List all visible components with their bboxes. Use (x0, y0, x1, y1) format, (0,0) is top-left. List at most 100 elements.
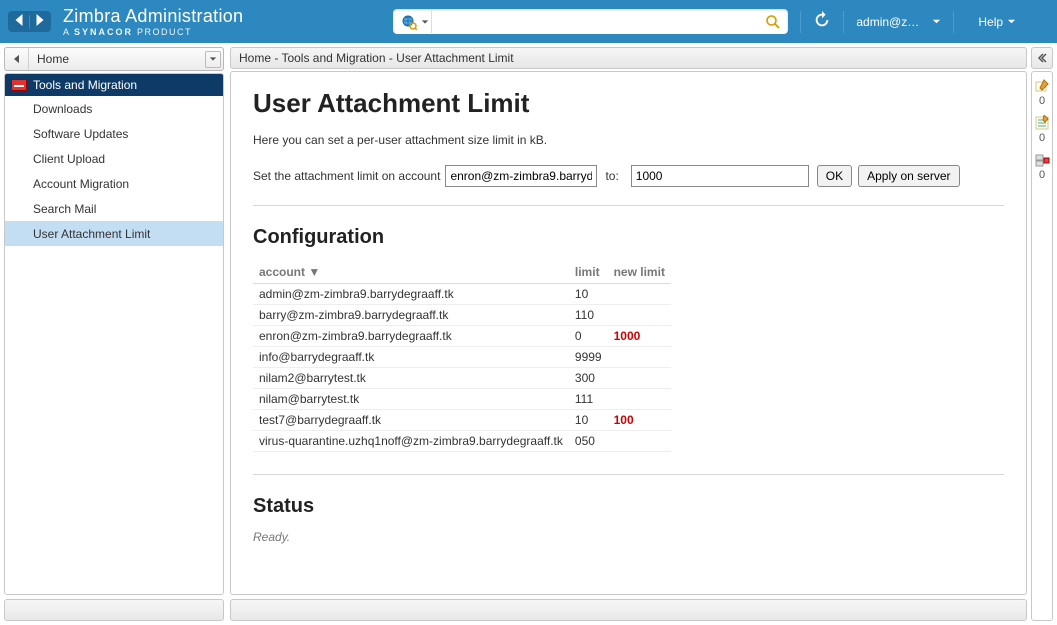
cell-account: nilam@barrytest.tk (253, 389, 569, 410)
sidebar-item[interactable]: Search Mail (5, 196, 223, 221)
forward-icon[interactable] (34, 14, 45, 29)
cell-account: test7@barrydegraaff.tk (253, 410, 569, 431)
page-description: Here you can set a per-user attachment s… (253, 133, 1004, 147)
main: Home Tools and Migration DownloadsSoftwa… (0, 43, 1057, 625)
cell-account: barry@zm-zimbra9.barrydegraaff.tk (253, 305, 569, 326)
page-title: User Attachment Limit (253, 88, 1004, 119)
search-input[interactable] (436, 11, 762, 32)
brand-title: Zimbra Administration (63, 6, 243, 27)
cell-newlimit (608, 389, 671, 410)
sidebar-item[interactable]: User Attachment Limit (5, 221, 223, 246)
cell-limit: 10 (569, 284, 608, 305)
limit-input[interactable] (631, 165, 809, 187)
limit-form: Set the attachment limit on account to: … (253, 165, 1004, 206)
sidebar-root-label: Tools and Migration (33, 78, 137, 92)
rail-collapse-button[interactable] (1031, 47, 1053, 69)
note-list-icon[interactable] (1034, 115, 1050, 131)
right-rail: 0 0 0 (1031, 47, 1053, 621)
cell-limit: 9999 (569, 347, 608, 368)
cell-limit: 0 (569, 326, 608, 347)
rail-count-1: 0 (1039, 95, 1045, 107)
brand-subtitle: A SYNACOR PRODUCT (63, 27, 243, 37)
nav-back-icon[interactable] (5, 48, 29, 70)
globe-search-icon (401, 14, 417, 30)
status-text: Ready. (253, 530, 1004, 544)
config-title: Configuration (253, 226, 1004, 249)
col-account[interactable]: account ▼ (253, 261, 569, 284)
ok-button[interactable]: OK (817, 165, 852, 187)
brand: Zimbra Administration A SYNACOR PRODUCT (63, 6, 243, 37)
tools-icon (11, 79, 27, 91)
cell-limit: 111 (569, 389, 608, 410)
cell-account: nilam2@barrytest.tk (253, 368, 569, 389)
cell-account: virus-quarantine.uzhq1noff@zm-zimbra9.ba… (253, 431, 569, 452)
cell-limit: 110 (569, 305, 608, 326)
user-menu[interactable]: admin@zm-… (856, 15, 941, 29)
cell-newlimit (608, 305, 671, 326)
col-limit[interactable]: limit (569, 261, 608, 284)
right-column: Home - Tools and Migration - User Attach… (230, 47, 1053, 621)
table-row: virus-quarantine.uzhq1noff@zm-zimbra9.ba… (253, 431, 671, 452)
cell-limit: 050 (569, 431, 608, 452)
cell-newlimit (608, 284, 671, 305)
cell-newlimit: 100 (608, 410, 671, 431)
status-title: Status (253, 495, 1004, 518)
cell-newlimit (608, 431, 671, 452)
search-scope-dropdown[interactable] (397, 11, 432, 33)
user-label: admin@zm-… (856, 15, 928, 29)
cell-account: admin@zm-zimbra9.barrydegraaff.tk (253, 284, 569, 305)
table-row: enron@zm-zimbra9.barrydegraaff.tk01000 (253, 326, 671, 347)
help-menu[interactable]: Help (978, 15, 1016, 29)
col-newlimit[interactable]: new limit (608, 261, 671, 284)
nav-dropdown[interactable]: Home (4, 47, 224, 71)
sidebar-item[interactable]: Downloads (5, 96, 223, 121)
refresh-icon (813, 11, 831, 29)
cell-newlimit (608, 347, 671, 368)
search-button[interactable] (762, 11, 784, 33)
sidebar-item[interactable]: Software Updates (5, 121, 223, 146)
table-row: nilam@barrytest.tk111 (253, 389, 671, 410)
nav-dropdown-toggle[interactable] (205, 51, 221, 68)
config-table: account ▼ limit new limit admin@zm-zimbr… (253, 261, 671, 452)
rail-count-2: 0 (1039, 132, 1045, 144)
sidebar-item[interactable]: Client Upload (5, 146, 223, 171)
cell-account: enron@zm-zimbra9.barrydegraaff.tk (253, 326, 569, 347)
cell-account: info@barrydegraaff.tk (253, 347, 569, 368)
breadcrumb: Home - Tools and Migration - User Attach… (230, 47, 1027, 69)
table-row: nilam2@barrytest.tk300 (253, 368, 671, 389)
account-input[interactable] (445, 165, 597, 187)
topbar: Zimbra Administration A SYNACOR PRODUCT … (0, 0, 1057, 43)
back-icon[interactable] (14, 14, 25, 29)
content-footer (230, 599, 1027, 621)
table-row: admin@zm-zimbra9.barrydegraaff.tk10 (253, 284, 671, 305)
form-prefix: Set the attachment limit on account (253, 169, 440, 183)
left-column: Home Tools and Migration DownloadsSoftwa… (4, 47, 224, 621)
cell-newlimit (608, 368, 671, 389)
sidebar-item[interactable]: Account Migration (5, 171, 223, 196)
note-edit-icon[interactable] (1034, 78, 1050, 94)
table-row: test7@barrydegraaff.tk10100 (253, 410, 671, 431)
chevron-down-icon (1007, 17, 1016, 26)
content: User Attachment Limit Here you can set a… (230, 71, 1027, 595)
left-footer (4, 599, 224, 621)
chevron-down-icon (932, 17, 941, 26)
help-label: Help (978, 15, 1003, 29)
status-section: Status Ready. (253, 474, 1004, 544)
global-search (393, 9, 788, 34)
chevron-down-icon (421, 18, 429, 26)
sidebar-root[interactable]: Tools and Migration (5, 74, 223, 96)
table-row: barry@zm-zimbra9.barrydegraaff.tk110 (253, 305, 671, 326)
cell-limit: 300 (569, 368, 608, 389)
table-row: info@barrydegraaff.tk9999 (253, 347, 671, 368)
refresh-button[interactable] (813, 11, 831, 32)
apply-button[interactable]: Apply on server (858, 165, 959, 187)
sidebar: Tools and Migration DownloadsSoftware Up… (4, 73, 224, 595)
chevron-left-icon (1037, 53, 1047, 63)
rail-count-3: 0 (1039, 169, 1045, 181)
to-label: to: (605, 169, 618, 183)
nav-dropdown-label: Home (29, 52, 203, 66)
cell-limit: 10 (569, 410, 608, 431)
nav-arrows (8, 11, 51, 32)
server-status-icon[interactable] (1034, 152, 1050, 168)
search-icon (765, 14, 781, 30)
